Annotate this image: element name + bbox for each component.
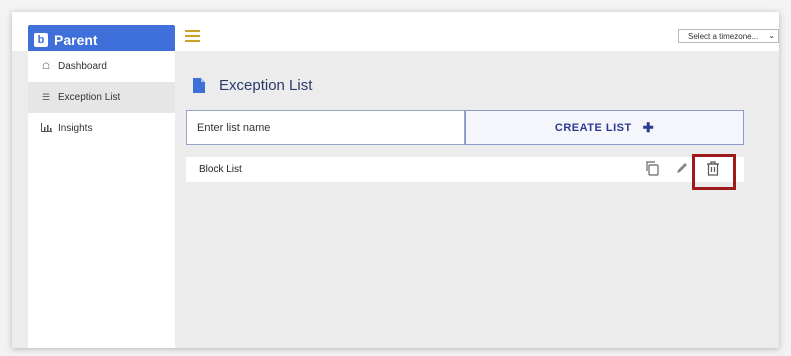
- plus-icon: ✚: [642, 119, 655, 135]
- timezone-select[interactable]: Select a timezone... ⌄: [678, 29, 779, 43]
- sidebar-item-label: Exception List: [58, 92, 121, 103]
- top-bar: b Parent Select a timezone... ⌄: [12, 12, 779, 55]
- edit-icon[interactable]: [674, 160, 690, 176]
- list-name-input[interactable]: Enter list name: [186, 110, 465, 145]
- sidebar: ☖ Dashboard ☰ Exception List Insights: [28, 51, 175, 348]
- document-icon: [193, 78, 205, 93]
- page-title-text: Exception List: [219, 77, 313, 94]
- home-icon: ☖: [41, 61, 51, 71]
- sidebar-item-label: Insights: [58, 123, 93, 134]
- page-title: Exception List: [193, 77, 312, 94]
- app-window: b Parent Select a timezone... ⌄ ☖ Dashbo…: [12, 12, 779, 348]
- timezone-select-value: Select a timezone...: [688, 31, 759, 41]
- main-content: Exception List Enter list name CREATE LI…: [175, 51, 779, 348]
- list-item-name: Block List: [199, 164, 242, 175]
- chevron-down-icon: ⌄: [768, 31, 775, 40]
- sidebar-item-dashboard[interactable]: ☖ Dashboard: [28, 51, 175, 82]
- brand-name: Parent: [54, 32, 98, 48]
- bar-chart-icon: [39, 123, 53, 134]
- menu-toggle-icon[interactable]: [185, 30, 200, 42]
- sidebar-item-insights[interactable]: Insights: [28, 113, 175, 144]
- brand-logo: b: [34, 33, 48, 47]
- create-list-label: CREATE LIST: [554, 121, 632, 134]
- list-item: Block List: [186, 154, 744, 190]
- copy-icon[interactable]: [644, 160, 660, 176]
- trash-icon[interactable]: [706, 161, 722, 177]
- create-list-button[interactable]: CREATE LIST ✚: [465, 110, 744, 145]
- sidebar-item-label: Dashboard: [58, 61, 107, 72]
- sidebar-item-exception-list[interactable]: ☰ Exception List: [28, 82, 175, 113]
- list-icon: ☰: [41, 92, 51, 102]
